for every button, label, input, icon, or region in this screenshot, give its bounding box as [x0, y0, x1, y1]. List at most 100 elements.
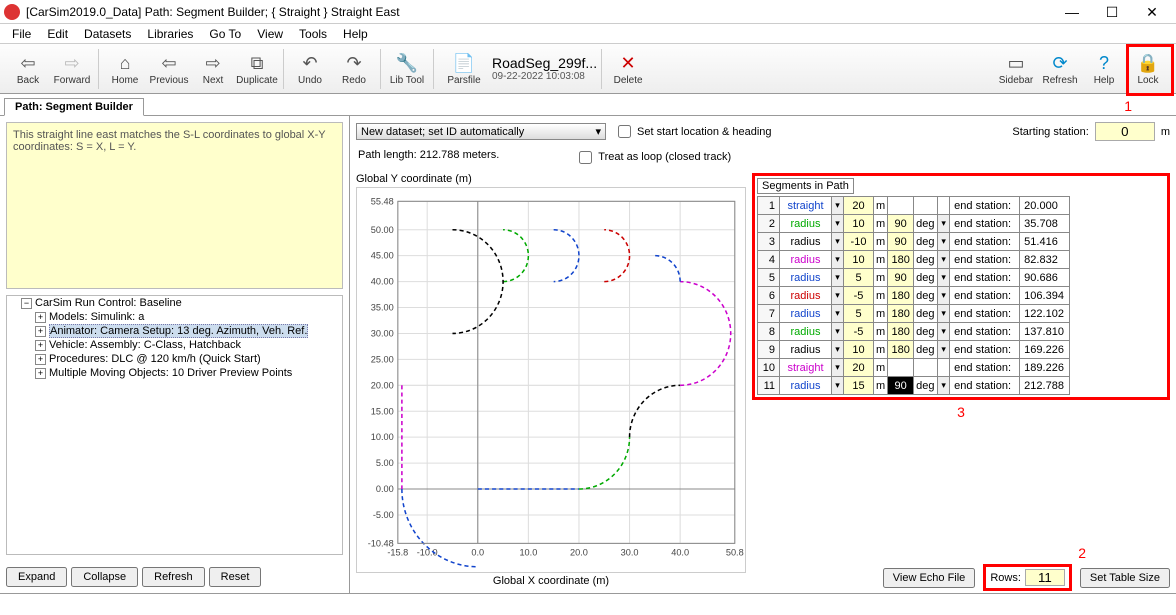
libtool-button[interactable]: 🔧Lib Tool — [386, 46, 428, 92]
svg-text:15.00: 15.00 — [371, 406, 394, 416]
segments-title: Segments in Path — [757, 178, 854, 194]
redo-button[interactable]: ↷Redo — [333, 46, 375, 92]
duplicate-button[interactable]: ⧉Duplicate — [236, 46, 278, 92]
right-pane: New dataset; set ID automatically ▾ Set … — [350, 116, 1176, 593]
svg-text:-5.00: -5.00 — [373, 510, 394, 520]
sidebar-button[interactable]: ▭Sidebar — [995, 46, 1037, 92]
checkbox-start-location[interactable]: Set start location & heading — [618, 125, 772, 138]
menu-libraries[interactable]: Libraries — [139, 25, 201, 43]
table-row[interactable]: 9radius▾10m180deg▾end station:169.226 — [758, 341, 1070, 359]
svg-text:-10.48: -10.48 — [368, 538, 394, 548]
expand-button[interactable]: Expand — [6, 567, 67, 587]
menu-help[interactable]: Help — [335, 25, 376, 43]
subtab-row: Path: Segment Builder — [0, 94, 1176, 116]
plot-box[interactable]: -15.8-10.00.010.020.030.040.050.8-10.48-… — [356, 187, 746, 573]
svg-text:50.8: 50.8 — [726, 548, 744, 558]
tree-item[interactable]: +Models: Simulink: a — [35, 310, 342, 324]
svg-text:45.00: 45.00 — [371, 251, 394, 261]
table-row[interactable]: 4radius▾10m180deg▾end station:82.832 — [758, 251, 1070, 269]
dataset-select-label: New dataset; set ID automatically — [361, 126, 524, 138]
tree-item[interactable]: +Vehicle: Assembly: C-Class, Hatchback — [35, 338, 342, 352]
help-button[interactable]: ?Help — [1083, 46, 1125, 92]
table-row[interactable]: 10straight▾20mend station:189.226 — [758, 359, 1070, 377]
annotation-label-2: 2 — [1078, 545, 1086, 561]
rows-input[interactable] — [1025, 569, 1065, 586]
left-pane: This straight line east matches the S-L … — [0, 116, 350, 593]
svg-text:20.00: 20.00 — [371, 380, 394, 390]
annotation-label-1: 1 — [1124, 98, 1132, 114]
tree-item[interactable]: +Procedures: DLC @ 120 km/h (Quick Start… — [35, 352, 342, 366]
annotation-box-2: Rows: — [983, 564, 1072, 591]
table-row[interactable]: 6radius▾-5m180deg▾end station:106.394 — [758, 287, 1070, 305]
parsfile-name: RoadSeg_299f... — [492, 55, 597, 71]
set-table-size-button[interactable]: Set Table Size — [1080, 568, 1170, 588]
svg-text:30.00: 30.00 — [371, 329, 394, 339]
starting-station-label: Starting station: — [1012, 126, 1088, 138]
menu-datasets[interactable]: Datasets — [76, 25, 139, 43]
dataset-select[interactable]: New dataset; set ID automatically ▾ — [356, 123, 606, 140]
svg-text:50.00: 50.00 — [371, 225, 394, 235]
svg-text:0.0: 0.0 — [471, 548, 484, 558]
svg-text:20.0: 20.0 — [570, 548, 588, 558]
menu-view[interactable]: View — [249, 25, 291, 43]
view-echo-button[interactable]: View Echo File — [883, 568, 976, 588]
checkbox-loop-input[interactable] — [579, 151, 592, 164]
parsfile-info: RoadSeg_299f... 09-22-2022 10:03:08 — [492, 55, 597, 82]
svg-text:-15.8: -15.8 — [387, 548, 408, 558]
reset-button[interactable]: Reset — [209, 567, 262, 587]
tree-buttons: ExpandCollapseRefreshReset — [0, 561, 349, 593]
plot-xlabel: Global X coordinate (m) — [356, 575, 746, 587]
menu-file[interactable]: File — [4, 25, 39, 43]
table-row[interactable]: 11radius▾15m90deg▾end station:212.788 — [758, 377, 1070, 395]
menu-edit[interactable]: Edit — [39, 25, 76, 43]
menu-go-to[interactable]: Go To — [201, 25, 249, 43]
starting-station-unit: m — [1161, 126, 1170, 138]
checkbox-start-location-input[interactable] — [618, 125, 631, 138]
undo-button[interactable]: ↶Undo — [289, 46, 331, 92]
chevron-down-icon: ▾ — [595, 125, 601, 138]
parsfile-button[interactable]: 📄Parsfile — [443, 46, 485, 92]
segments-area: Segments in Path 1straight▾20mend statio… — [752, 173, 1170, 587]
home-button[interactable]: ⌂Home — [104, 46, 146, 92]
note-box: This straight line east matches the S-L … — [6, 122, 343, 289]
next-button[interactable]: ⇨Next — [192, 46, 234, 92]
toolbar: ⇦Back ⇨Forward ⌂Home ⇦Previous ⇨Next ⧉Du… — [0, 44, 1176, 94]
collapse-button[interactable]: Collapse — [71, 567, 138, 587]
plot-area: Global Y coordinate (m) -15.8-10.00.010.… — [356, 173, 746, 587]
starting-station-input[interactable] — [1095, 122, 1155, 141]
tree-item[interactable]: +Multiple Moving Objects: 10 Driver Prev… — [35, 366, 342, 380]
previous-button[interactable]: ⇦Previous — [148, 46, 190, 92]
refresh-button[interactable]: Refresh — [142, 567, 205, 587]
maximize-button[interactable]: ☐ — [1092, 1, 1132, 23]
tree-item[interactable]: +Animator: Camera Setup: 13 deg. Azimuth… — [35, 324, 342, 338]
svg-text:0.00: 0.00 — [376, 484, 394, 494]
svg-text:10.0: 10.0 — [519, 548, 537, 558]
close-button[interactable]: ✕ — [1132, 1, 1172, 23]
plot-ylabel: Global Y coordinate (m) — [356, 173, 746, 185]
table-row[interactable]: 1straight▾20mend station:20.000 — [758, 197, 1070, 215]
svg-text:40.00: 40.00 — [371, 277, 394, 287]
checkbox-loop[interactable]: Treat as loop (closed track) — [579, 151, 731, 164]
table-row[interactable]: 8radius▾-5m180deg▾end station:137.810 — [758, 323, 1070, 341]
svg-text:25.00: 25.00 — [371, 354, 394, 364]
annotation-box-1 — [1126, 44, 1174, 96]
table-row[interactable]: 5radius▾5m90deg▾end station:90.686 — [758, 269, 1070, 287]
forward-button[interactable]: ⇨Forward — [51, 46, 93, 92]
svg-text:35.00: 35.00 — [371, 303, 394, 313]
titlebar: [CarSim2019.0_Data] Path: Segment Builde… — [0, 0, 1176, 24]
segments-table[interactable]: 1straight▾20mend station:20.0002radius▾1… — [757, 196, 1070, 395]
app-icon — [4, 4, 20, 20]
table-row[interactable]: 2radius▾10m90deg▾end station:35.708 — [758, 215, 1070, 233]
tree-view[interactable]: −CarSim Run Control: Baseline+Models: Si… — [6, 295, 343, 555]
delete-button[interactable]: ✕Delete — [607, 46, 649, 92]
tree-root-item[interactable]: −CarSim Run Control: Baseline — [21, 296, 342, 310]
plot-svg: -15.8-10.00.010.020.030.040.050.8-10.48-… — [357, 188, 745, 572]
menu-tools[interactable]: Tools — [291, 25, 335, 43]
table-row[interactable]: 7radius▾5m180deg▾end station:122.102 — [758, 305, 1070, 323]
minimize-button[interactable]: — — [1052, 1, 1092, 23]
table-row[interactable]: 3radius▾-10m90deg▾end station:51.416 — [758, 233, 1070, 251]
back-button[interactable]: ⇦Back — [7, 46, 49, 92]
subtab-segment-builder[interactable]: Path: Segment Builder — [4, 98, 144, 116]
refresh-button[interactable]: ⟳Refresh — [1039, 46, 1081, 92]
annotation-box-3: Segments in Path 1straight▾20mend statio… — [752, 173, 1170, 400]
